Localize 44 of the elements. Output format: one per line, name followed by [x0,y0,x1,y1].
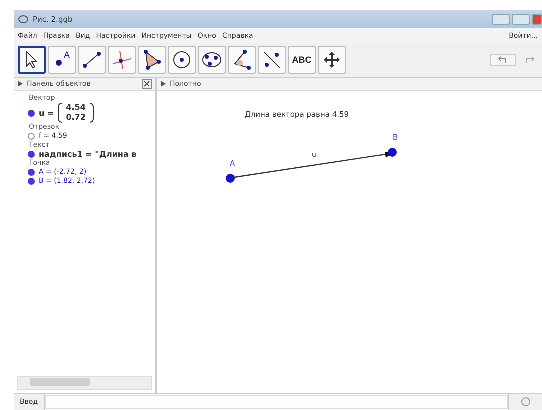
close-icon[interactable] [142,79,152,89]
angle-icon [231,49,253,71]
undo-icon [498,56,508,64]
point-dot[interactable] [388,148,397,157]
vector-name: u = [39,108,54,118]
perpendicular-icon [111,49,133,71]
visibility-dot[interactable] [28,133,35,140]
scrollbar-thumb[interactable] [30,378,90,386]
expand-triangle-icon[interactable] [161,81,166,87]
input-field[interactable] [45,395,508,409]
visibility-dot[interactable] [28,110,35,116]
expand-triangle-icon[interactable] [18,81,23,87]
tool-button[interactable] [168,46,196,74]
vector-component: 0.72 [66,113,86,123]
tool-button[interactable] [78,46,106,74]
visibility-dot[interactable] [28,178,35,185]
visibility-dot[interactable] [28,151,35,158]
tool-button[interactable]: A [48,46,76,74]
help-icon [520,397,530,407]
reflect-icon [261,49,283,71]
point-icon [56,60,62,66]
point-dot[interactable] [226,174,235,183]
app-logo-icon [18,14,29,24]
undo-button[interactable] [490,54,516,66]
tool-button[interactable] [18,46,46,74]
object-value: надпись1 = "Длина в [39,150,137,159]
tool-button[interactable] [198,46,226,74]
horizontal-scrollbar[interactable] [17,376,152,390]
circle-icon [171,49,193,71]
redo-icon [525,56,535,64]
tool-button[interactable] [258,46,286,74]
vector-component: 4.54 [66,103,86,113]
cursor-icon [25,51,39,69]
segment-icon [81,49,103,71]
close-button[interactable] [532,14,542,24]
left-bracket [58,103,62,123]
tool-button[interactable]: ABC [288,46,316,74]
tool-button[interactable] [228,46,256,74]
right-bracket [90,103,94,123]
move-arrows-icon [322,50,342,70]
triangle-icon [141,49,163,71]
tool-button[interactable] [138,46,166,74]
tool-button[interactable] [318,46,346,74]
visibility-dot[interactable] [28,169,35,176]
